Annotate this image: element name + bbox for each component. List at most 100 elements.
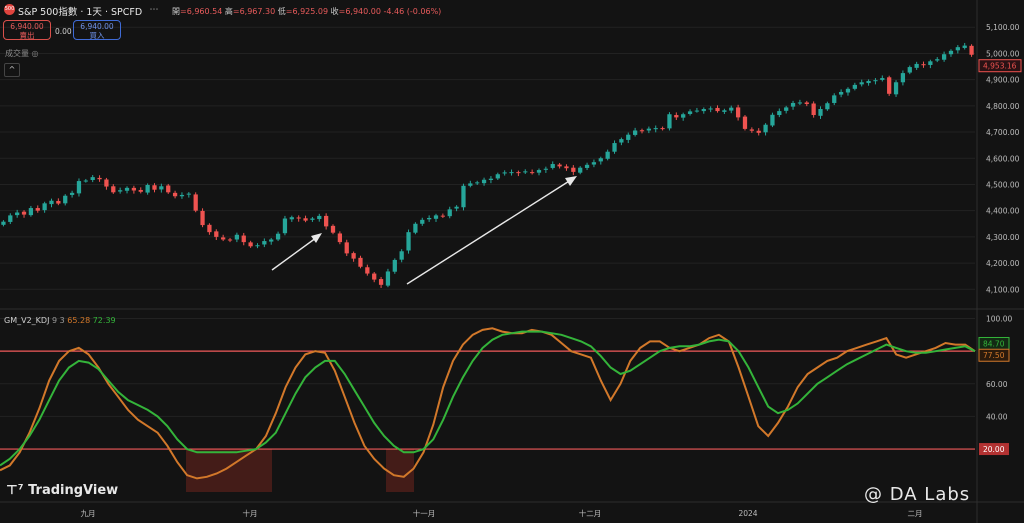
candle [447, 206, 452, 219]
eye-icon: ◎ [31, 49, 39, 58]
candle [722, 108, 727, 114]
candle [790, 100, 796, 110]
svg-text:4,953.16: 4,953.16 [983, 62, 1017, 71]
oversold-zone [186, 449, 272, 492]
candle [969, 44, 974, 57]
candle [468, 180, 473, 188]
candle [962, 42, 967, 50]
candle [234, 232, 240, 243]
candle [330, 224, 336, 235]
candle [708, 106, 713, 113]
candle [632, 127, 638, 137]
candle [797, 99, 803, 106]
time-tick-label: 九月 [81, 509, 96, 518]
price-tick-label: 4,200.00 [986, 259, 1020, 268]
candle [269, 237, 274, 245]
candle [866, 79, 871, 86]
candle [516, 170, 521, 177]
price-tick-label: 4,600.00 [986, 154, 1020, 163]
kdj-level-tag: 20.00 [979, 443, 1009, 456]
candle [784, 105, 789, 114]
arrow-1-head [311, 233, 322, 243]
candle [536, 168, 542, 176]
candle [818, 106, 823, 119]
candle [385, 268, 391, 288]
candle [550, 161, 555, 170]
price-tick-label: 4,700.00 [986, 128, 1020, 137]
candle [104, 177, 109, 190]
candle [900, 70, 906, 86]
grid-lines [0, 0, 1024, 523]
candle [619, 137, 624, 146]
candle [337, 231, 343, 245]
candle [172, 190, 178, 199]
sell-button[interactable]: 6,940.00 賣出 [3, 20, 51, 40]
candle [845, 87, 851, 96]
candle [502, 170, 507, 176]
candle [488, 176, 494, 184]
price-tick-label: 4,300.00 [986, 233, 1020, 242]
kdj-tick-label: 100.00 [986, 315, 1012, 324]
collapse-button[interactable]: ^ [4, 63, 20, 77]
candle [433, 213, 439, 222]
candle [303, 215, 308, 223]
candle [344, 239, 349, 256]
candle [399, 249, 404, 263]
candle [681, 112, 686, 121]
price-tick-label: 4,500.00 [986, 180, 1020, 189]
candle [578, 166, 583, 175]
kdj-tick-label: 40.00 [986, 412, 1008, 421]
candle [111, 184, 116, 194]
volume-label: 成交量 ◎ [5, 49, 39, 58]
candle [948, 49, 954, 57]
kdj-tick-label: 60.00 [986, 380, 1008, 389]
candle [310, 216, 315, 222]
candle [811, 101, 816, 118]
candle [928, 59, 933, 69]
candle [324, 213, 329, 230]
svg-text:84.70: 84.70 [983, 339, 1005, 348]
kdj-value-tag: 84.70 [978, 336, 1010, 350]
price-tick-label: 5,000.00 [986, 49, 1020, 58]
buy-button[interactable]: 6,940.00 買入 [73, 20, 121, 40]
candle [543, 166, 548, 173]
svg-text:20.00: 20.00 [983, 445, 1005, 454]
price-chart[interactable]: 4,100.00 4,200.00 4,300.00 4,400.00 4,500.00… [0, 0, 1024, 523]
more-icon[interactable]: ⋯ [148, 5, 160, 15]
arrow-2 [406, 177, 575, 285]
candle [227, 237, 233, 243]
candle [76, 178, 82, 197]
candle [694, 107, 700, 113]
candle [729, 105, 734, 114]
candle [83, 178, 88, 183]
candle [63, 194, 68, 206]
candle [97, 175, 102, 182]
candle [296, 215, 301, 222]
candle [509, 169, 514, 176]
candle [612, 140, 617, 154]
candle [852, 82, 857, 91]
price-tick-label: 4,400.00 [986, 207, 1020, 216]
candle [166, 183, 171, 194]
indicator-legend[interactable]: GM_V2_KDJ 9 3 65.28 72.39 [4, 316, 116, 325]
candle [427, 215, 432, 222]
candle [378, 276, 384, 288]
candle [28, 205, 34, 217]
last-price-tag: 4,953.16 [978, 59, 1022, 73]
candle [372, 271, 377, 283]
time-tick-label: 2024 [738, 509, 757, 518]
candle [358, 255, 363, 269]
symbol-logo: 500 [4, 4, 15, 15]
candle [907, 65, 912, 75]
candle [495, 172, 500, 181]
candle [255, 243, 260, 249]
ohlc-readout: 開=6,960.54 高=6,967.30 低=6,925.09 收=6,940… [172, 7, 442, 16]
kdj-indicator [0, 327, 976, 492]
candle [921, 61, 926, 68]
candle [571, 165, 576, 176]
symbol-title[interactable]: S&P 500指數 · 1天 · SPCFD [18, 4, 142, 18]
candle [131, 185, 137, 194]
time-tick-label: 十月 [243, 508, 258, 518]
candle [138, 187, 143, 194]
candle [392, 258, 397, 274]
